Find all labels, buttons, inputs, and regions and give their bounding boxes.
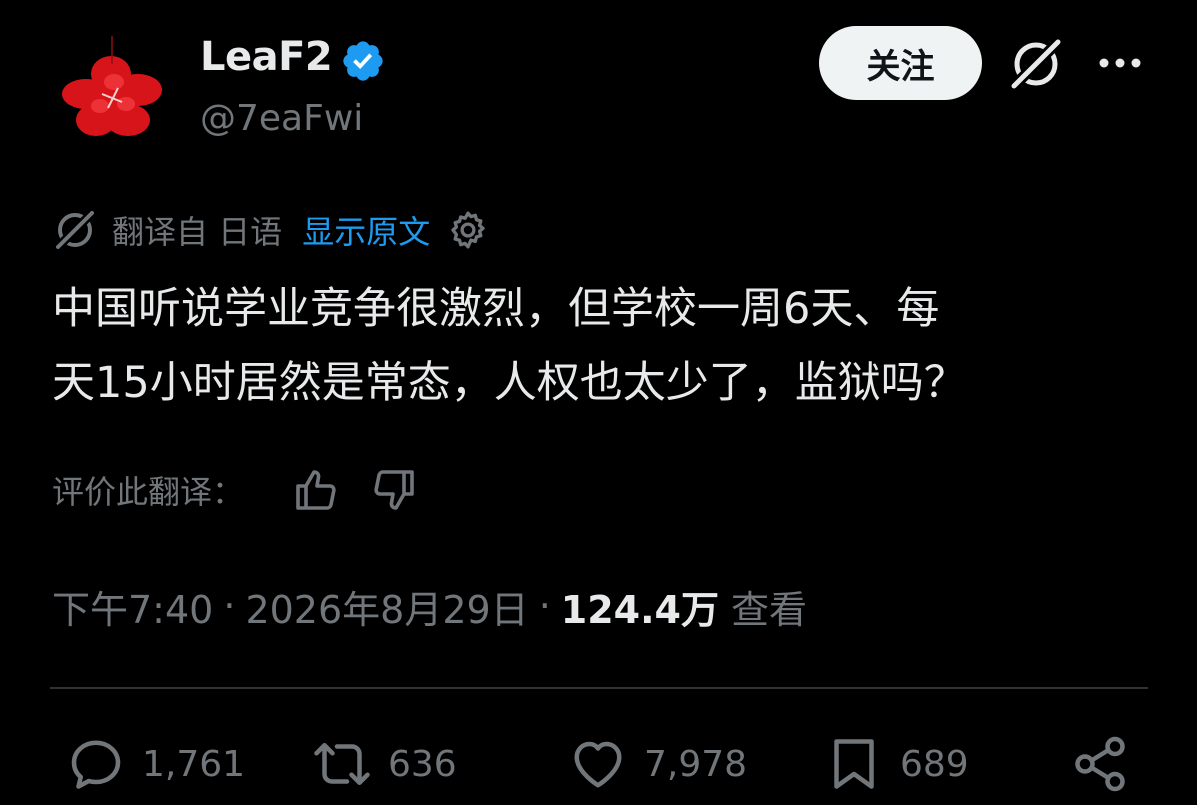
reply-button[interactable]: 1,761: [66, 732, 245, 796]
separator: ·: [538, 584, 551, 628]
avatar[interactable]: [52, 34, 170, 152]
translated-from-label: 翻译自 日语: [112, 213, 283, 251]
retweet-count: 636: [388, 743, 457, 785]
retweet-button[interactable]: 636: [312, 732, 457, 796]
heart-icon: [574, 741, 622, 788]
tweet-text-line: 中国听说学业竞争很激烈，但学校一周6天、每: [52, 284, 940, 334]
views-count[interactable]: 124.4万: [561, 579, 719, 634]
show-original-link[interactable]: 显示原文: [302, 207, 430, 253]
tweet-text-line: 天15小时居然是常态，人权也太少了，监狱吗？: [52, 358, 967, 408]
divider: [50, 687, 1148, 689]
bookmark-button[interactable]: 689: [824, 732, 969, 796]
reply-icon: [71, 740, 121, 789]
retweet-icon: [314, 743, 370, 785]
like-count: 7,978: [644, 743, 748, 785]
grok-translate-icon: [52, 207, 98, 253]
bookmark-count: 689: [900, 743, 969, 785]
gear-icon[interactable]: [446, 208, 490, 252]
user-handle[interactable]: @7eaFwi: [200, 98, 363, 139]
reply-count: 1,761: [142, 743, 246, 785]
grok-icon[interactable]: [1006, 34, 1066, 94]
bookmark-icon: [834, 739, 874, 789]
share-icon: [1075, 736, 1125, 792]
views-label: 查看: [730, 587, 807, 632]
avatar-flower-image: [52, 34, 170, 152]
thumbs-down-icon[interactable]: [370, 466, 418, 514]
tweet-time[interactable]: 下午7:40: [52, 579, 213, 634]
translation-row: 翻译自 日语 显示原文: [52, 204, 490, 256]
follow-button[interactable]: 关注: [819, 26, 982, 100]
rate-translation-label: 评价此翻译：: [52, 473, 245, 511]
verified-badge-icon: [343, 41, 383, 81]
tweet-text: 中国听说学业竞争很激烈，但学校一周6天、每 天15小时居然是常态，人权也太少了，…: [52, 272, 1152, 420]
share-button[interactable]: [1070, 732, 1130, 796]
separator: ·: [223, 584, 236, 628]
like-button[interactable]: 7,978: [568, 732, 747, 796]
rate-translation-row: 评价此翻译：: [52, 462, 418, 518]
thumbs-up-icon[interactable]: [292, 466, 340, 514]
tweet-meta: 下午7:40 · 2026年8月29日 · 124.4万 查看: [52, 578, 807, 634]
display-name[interactable]: LeaF2: [200, 34, 333, 80]
more-icon[interactable]: [1094, 48, 1146, 78]
tweet-date[interactable]: 2026年8月29日: [245, 579, 528, 634]
